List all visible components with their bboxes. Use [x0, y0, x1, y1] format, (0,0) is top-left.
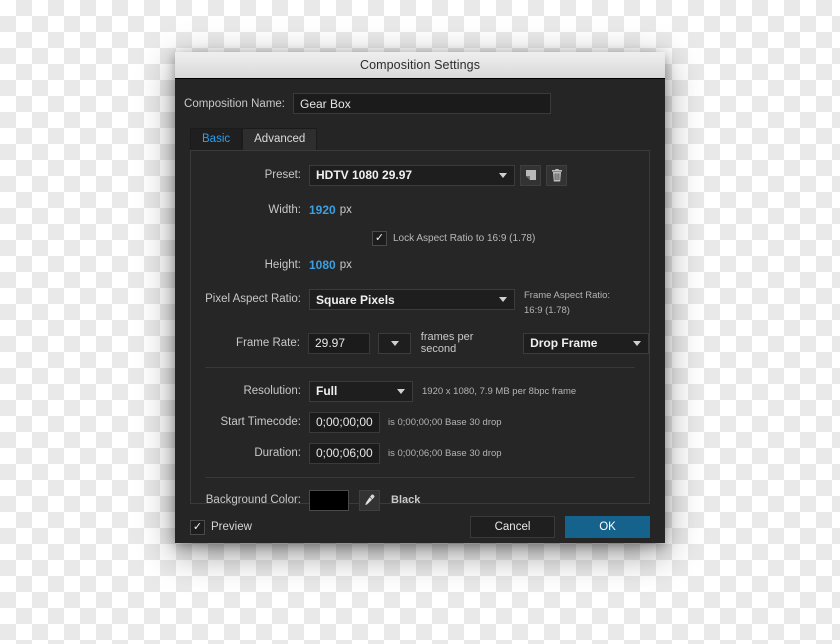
resolution-select[interactable]: Full [309, 380, 413, 402]
chevron-down-icon [499, 297, 507, 302]
start-timecode-label: Start Timecode: [220, 416, 301, 428]
background-color-label: Background Color: [205, 494, 301, 506]
check-icon: ✓ [192, 520, 203, 533]
frame-rate-dropdown[interactable] [377, 332, 411, 354]
preview-label: Preview [211, 521, 252, 533]
trash-icon [551, 168, 562, 181]
delete-preset-button[interactable] [546, 164, 567, 186]
height-label: Height: [264, 259, 301, 271]
composition-name-row: Composition Name: [175, 79, 665, 114]
composition-name-label: Composition Name: [184, 97, 285, 110]
save-preset-icon [525, 170, 536, 180]
lock-aspect-checkbox[interactable]: ✓ [372, 230, 387, 246]
tab-advanced[interactable]: Advanced [242, 128, 318, 150]
settings-tabs: Basic Advanced [190, 128, 665, 150]
height-unit: px [339, 259, 352, 271]
composition-name-input[interactable] [293, 93, 551, 114]
cancel-button[interactable]: Cancel [470, 516, 555, 538]
chevron-down-icon [390, 340, 399, 346]
ok-button[interactable]: OK [565, 516, 650, 538]
preset-select[interactable]: HDTV 1080 29.97 [309, 164, 515, 186]
pixel-aspect-ratio-value: Square Pixels [316, 292, 395, 307]
pixel-aspect-ratio-row: Pixel Aspect Ratio: Square Pixels Frame … [191, 289, 649, 317]
lock-aspect-row: ✓ Lock Aspect Ratio to 16:9 (1.78) [191, 227, 649, 249]
dialog-titlebar[interactable]: Composition Settings [175, 52, 665, 79]
width-value[interactable]: 1920 [309, 203, 336, 217]
drop-frame-select[interactable]: Drop Frame [523, 332, 649, 354]
preview-checkbox[interactable]: ✓ [190, 519, 205, 535]
background-color-swatch[interactable] [309, 489, 349, 511]
tab-basic[interactable]: Basic [190, 128, 243, 150]
width-row: Width: 1920 px [191, 199, 649, 221]
dialog-title: Composition Settings [359, 58, 481, 72]
check-icon: ✓ [374, 231, 385, 244]
frame-rate-unit: frames per second [420, 331, 474, 355]
eyedropper-button[interactable] [359, 489, 380, 511]
resolution-info: 1920 x 1080, 7.9 MB per 8bpc frame [422, 385, 577, 397]
frame-aspect-ratio-value: 16:9 (1.78) [524, 305, 570, 316]
drop-frame-value: Drop Frame [530, 336, 598, 350]
dialog-action-buttons: Cancel OK [470, 516, 650, 538]
preset-label: Preset: [264, 169, 301, 181]
divider-top [205, 367, 635, 368]
background-color-name: Black [391, 494, 421, 506]
frame-rate-row: Frame Rate: frames per second Drop Frame [191, 331, 649, 355]
width-label: Width: [268, 204, 301, 216]
resolution-label: Resolution: [243, 385, 301, 397]
chevron-down-icon [397, 388, 405, 394]
eyedropper-icon [365, 494, 375, 505]
resolution-value: Full [316, 384, 338, 398]
height-value[interactable]: 1080 [309, 258, 336, 272]
lock-aspect-label: Lock Aspect Ratio to 16:9 (1.78) [393, 232, 536, 244]
dialog-body: Composition Name: Basic Advanced Preset:… [175, 79, 665, 511]
preset-row: Preset: HDTV 1080 29.97 [191, 164, 649, 186]
chevron-down-icon [499, 172, 507, 178]
start-timecode-info: is 0;00;00;00 Base 30 drop [388, 416, 502, 428]
frame-rate-label: Frame Rate: [236, 337, 300, 349]
chevron-down-icon [633, 340, 641, 346]
divider-bottom [205, 477, 635, 478]
basic-settings-panel: Preset: HDTV 1080 29.97 Width: 1920 px ✓… [190, 150, 650, 511]
start-timecode-row: Start Timecode: is 0;00;00;00 Base 30 dr… [191, 411, 649, 433]
resolution-row: Resolution: Full 1920 x 1080, 7.9 MB per… [191, 380, 649, 402]
duration-row: Duration: is 0;00;06;00 Base 30 drop [191, 442, 649, 464]
pixel-aspect-ratio-label: Pixel Aspect Ratio: [205, 293, 301, 305]
width-unit: px [339, 204, 352, 216]
background-color-row: Background Color: Black [191, 489, 649, 511]
preview-toggle[interactable]: ✓ Preview [190, 519, 252, 535]
start-timecode-input[interactable] [309, 411, 380, 433]
duration-label: Duration: [254, 447, 301, 459]
frame-aspect-ratio-label: Frame Aspect Ratio: [524, 290, 611, 301]
height-row: Height: 1080 px [191, 254, 649, 276]
save-preset-button[interactable] [520, 164, 541, 186]
duration-input[interactable] [309, 442, 380, 464]
preset-value: HDTV 1080 29.97 [316, 168, 413, 182]
duration-info: is 0;00;06;00 Base 30 drop [388, 447, 502, 459]
pixel-aspect-ratio-select[interactable]: Square Pixels [309, 289, 515, 310]
frame-rate-input[interactable] [307, 332, 370, 354]
frame-aspect-ratio-group: Frame Aspect Ratio: 16:9 (1.78) [524, 289, 610, 317]
composition-settings-dialog: Composition Settings Composition Name: B… [175, 52, 665, 543]
